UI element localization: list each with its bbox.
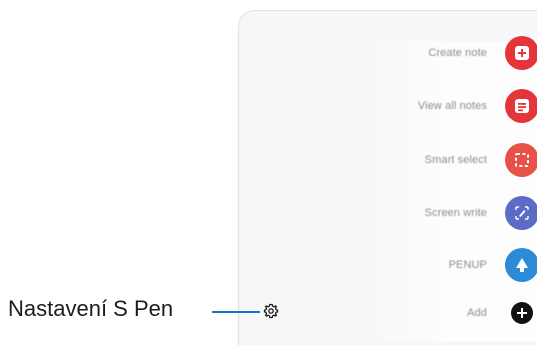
air-command-panel: Create note View all notes Smart select …: [238, 10, 537, 345]
pen-write-icon: [505, 196, 537, 230]
menu-item-screen-write[interactable]: Screen write: [239, 187, 537, 239]
menu-item-label: Create note: [428, 47, 487, 59]
menu-item-label: View all notes: [417, 100, 487, 112]
menu-item-add[interactable]: Add: [239, 287, 537, 339]
menu-item-view-all-notes[interactable]: View all notes: [239, 80, 537, 132]
menu-item-label: Screen write: [424, 207, 487, 219]
penup-icon: [505, 248, 537, 282]
menu-item-create-note[interactable]: Create note: [239, 27, 537, 79]
gear-icon[interactable]: [263, 303, 279, 319]
menu-item-smart-select[interactable]: Smart select: [239, 134, 537, 186]
menu-item-label: Add: [467, 307, 487, 319]
note-list-icon: [505, 89, 537, 123]
dashed-select-icon: [505, 143, 537, 177]
callout-label: Nastavení S Pen: [8, 296, 174, 321]
menu-item-label: PENUP: [448, 259, 487, 271]
callout-line: [212, 311, 260, 313]
plus-icon: [511, 302, 533, 324]
screenshot-stage: Create note View all notes Smart select …: [0, 0, 537, 345]
menu-item-penup[interactable]: PENUP: [239, 239, 537, 291]
menu-item-label: Smart select: [424, 154, 487, 166]
plus-square-icon: [505, 36, 537, 70]
